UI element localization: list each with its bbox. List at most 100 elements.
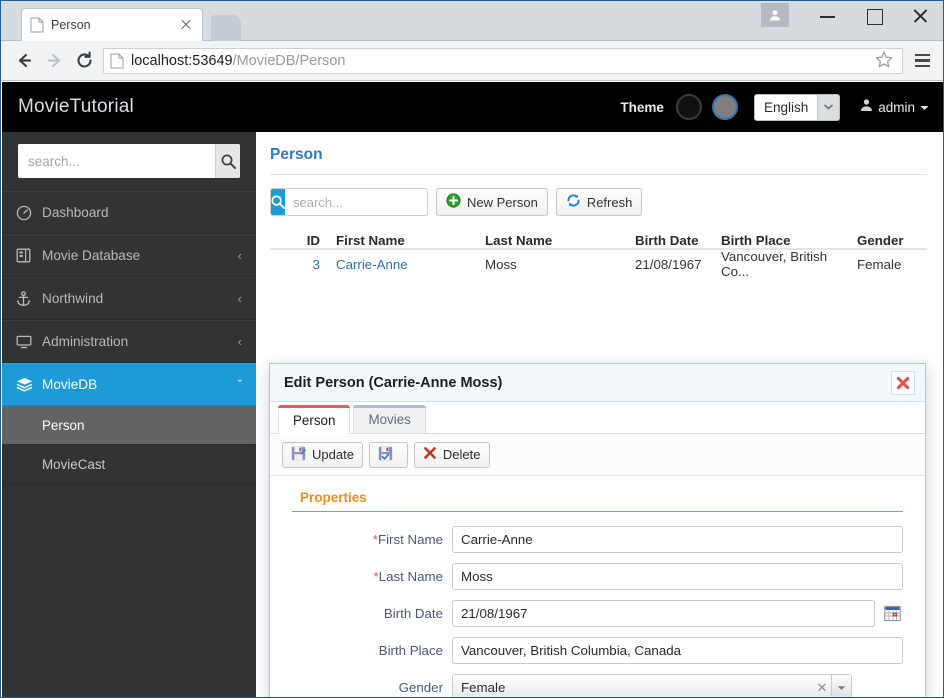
window-controls bbox=[761, 1, 943, 41]
column-header-birth-place[interactable]: Birth Place bbox=[721, 233, 857, 248]
hamburger-menu-icon[interactable] bbox=[909, 48, 935, 74]
address-bar-text: localhost:53649/MovieDB/Person bbox=[131, 53, 345, 69]
user-menu[interactable]: admin bbox=[860, 98, 929, 117]
grid-header-row: ID First Name Last Name Birth Date Birth… bbox=[270, 220, 927, 250]
plus-circle-icon bbox=[446, 193, 461, 211]
browser-tab[interactable]: Person bbox=[21, 8, 203, 41]
field-gender: Gender Female ✕ bbox=[292, 674, 903, 697]
film-icon bbox=[16, 248, 42, 263]
new-tab-button[interactable] bbox=[211, 15, 241, 41]
browser-window: Person localhost:53649/MovieDB/Per bbox=[0, 0, 944, 698]
cell-birth-place: Vancouver, British Co... bbox=[721, 249, 857, 279]
tab-person[interactable]: Person bbox=[278, 405, 350, 434]
star-icon[interactable] bbox=[874, 50, 896, 72]
sidebar-subitem-label: MovieCast bbox=[42, 457, 105, 472]
search-icon[interactable] bbox=[215, 144, 240, 178]
chevron-down-icon: ˇ bbox=[238, 377, 242, 392]
sidebar-item-label: Administration bbox=[42, 334, 238, 349]
maximize-icon[interactable] bbox=[851, 1, 897, 29]
chevron-down-icon bbox=[817, 95, 839, 120]
field-label-text: Gender bbox=[399, 680, 443, 695]
user-icon bbox=[860, 98, 873, 117]
tab-close-icon[interactable] bbox=[178, 17, 194, 33]
save-button[interactable] bbox=[369, 442, 408, 468]
sidebar-item-dashboard[interactable]: Dashboard bbox=[2, 191, 256, 234]
column-header-gender[interactable]: Gender bbox=[857, 233, 927, 248]
column-header-last-name[interactable]: Last Name bbox=[485, 233, 635, 248]
birth-place-input[interactable] bbox=[452, 637, 903, 664]
browser-tab-strip: Person bbox=[1, 1, 943, 41]
new-person-button[interactable]: New Person bbox=[436, 188, 548, 216]
caret-down-icon[interactable] bbox=[831, 675, 851, 697]
save-icon bbox=[291, 446, 306, 464]
profile-badge-icon[interactable] bbox=[761, 3, 789, 27]
sidebar-item-moviedb[interactable]: MovieDB ˇ bbox=[2, 363, 256, 406]
column-header-id[interactable]: ID bbox=[270, 233, 330, 248]
chevron-left-icon: ‹ bbox=[238, 334, 242, 349]
tab-label: Movies bbox=[368, 412, 410, 427]
refresh-label: Refresh bbox=[587, 195, 633, 210]
field-label: Birth Date bbox=[292, 606, 452, 621]
address-bar[interactable]: localhost:53649/MovieDB/Person bbox=[103, 48, 903, 74]
dialog-body: Properties *First Name *Last Name Birth … bbox=[270, 476, 925, 697]
field-label-text: First Name bbox=[378, 532, 443, 547]
field-first-name: *First Name bbox=[292, 526, 903, 553]
chevron-left-icon: ‹ bbox=[238, 248, 242, 263]
calendar-icon[interactable] bbox=[881, 603, 903, 625]
sidebar-item-moviecast[interactable]: MovieCast bbox=[2, 445, 256, 484]
cell-first-name[interactable]: Carrie-Anne bbox=[330, 257, 485, 272]
column-header-birth-date[interactable]: Birth Date bbox=[635, 233, 721, 248]
close-x-icon[interactable] bbox=[891, 371, 915, 395]
gender-select[interactable]: Female ✕ bbox=[452, 674, 852, 697]
field-label-text: Birth Date bbox=[384, 606, 443, 621]
anchor-icon bbox=[16, 291, 42, 307]
search-icon[interactable] bbox=[271, 189, 285, 215]
caret-down-icon bbox=[920, 98, 929, 116]
sidebar-item-movie-database[interactable]: Movie Database ‹ bbox=[2, 234, 256, 277]
quick-search[interactable] bbox=[270, 188, 428, 216]
update-button[interactable]: Update bbox=[282, 442, 363, 468]
clear-x-icon[interactable]: ✕ bbox=[813, 680, 831, 696]
birth-date-input[interactable] bbox=[452, 600, 875, 627]
field-label: *First Name bbox=[292, 532, 452, 547]
close-icon[interactable] bbox=[897, 1, 943, 29]
sidebar-item-northwind[interactable]: Northwind ‹ bbox=[2, 277, 256, 320]
cell-id: 3 bbox=[270, 257, 330, 272]
dashboard-icon bbox=[16, 205, 42, 221]
back-arrow-icon[interactable] bbox=[9, 46, 39, 76]
column-header-first-name[interactable]: First Name bbox=[330, 233, 485, 248]
table-row[interactable]: 3 Carrie-Anne Moss 21/08/1967 Vancouver,… bbox=[270, 250, 927, 278]
field-birth-place: Birth Place bbox=[292, 637, 903, 664]
grid-toolbar: New Person Refresh bbox=[270, 175, 927, 220]
last-name-input[interactable] bbox=[452, 563, 903, 590]
theme-swatch-dark[interactable] bbox=[676, 94, 702, 120]
url-host: localhost:53649 bbox=[131, 53, 233, 69]
refresh-button[interactable]: Refresh bbox=[556, 188, 643, 216]
page-icon bbox=[30, 17, 44, 33]
app-page: MovieTutorial Theme English admin bbox=[2, 82, 943, 697]
field-label-text: Last Name bbox=[379, 569, 443, 584]
field-control bbox=[452, 600, 903, 627]
sidebar-item-label: Dashboard bbox=[42, 205, 242, 220]
sidebar-item-administration[interactable]: Administration ‹ bbox=[2, 320, 256, 363]
language-select[interactable]: English bbox=[754, 94, 840, 121]
sidebar-item-person[interactable]: Person bbox=[2, 406, 256, 445]
refresh-icon bbox=[566, 193, 581, 211]
dialog-toolbar: Update Delete bbox=[270, 434, 925, 476]
minimize-icon[interactable] bbox=[805, 1, 851, 29]
dialog-header[interactable]: Edit Person (Carrie-Anne Moss) bbox=[270, 364, 925, 402]
sidebar-item-label: Movie Database bbox=[42, 248, 238, 263]
theme-swatch-gray[interactable] bbox=[712, 94, 738, 120]
sidebar-search[interactable] bbox=[18, 144, 240, 178]
first-name-input[interactable] bbox=[452, 526, 903, 553]
reload-icon[interactable] bbox=[69, 46, 99, 76]
tab-movies[interactable]: Movies bbox=[353, 405, 425, 433]
delete-button[interactable]: Delete bbox=[414, 442, 490, 468]
sidebar-search-input[interactable] bbox=[18, 144, 215, 178]
app-brand[interactable]: MovieTutorial bbox=[2, 96, 134, 118]
browser-toolbar: localhost:53649/MovieDB/Person bbox=[1, 41, 943, 81]
field-label: Birth Place bbox=[292, 643, 452, 658]
forward-arrow-icon[interactable] bbox=[39, 46, 69, 76]
quick-search-input[interactable] bbox=[285, 189, 428, 215]
cell-first-name-link[interactable]: Carrie-Anne bbox=[336, 257, 408, 272]
